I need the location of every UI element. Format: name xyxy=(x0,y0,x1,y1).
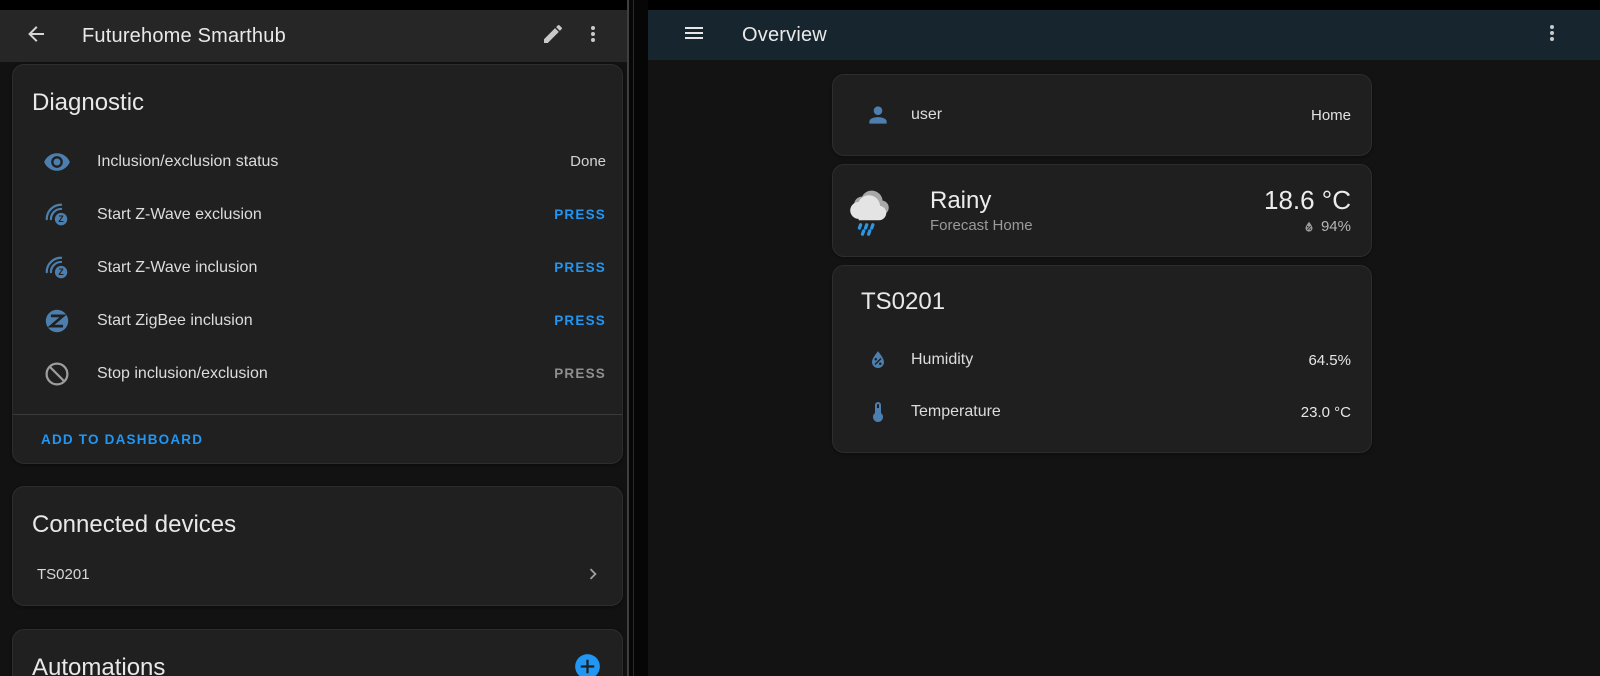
row-label: Start Z-Wave inclusion xyxy=(97,259,554,277)
pencil-icon xyxy=(541,22,565,51)
connected-device-row-ts0201[interactable]: TS0201 xyxy=(13,553,622,595)
row-label: Inclusion/exclusion status xyxy=(97,153,570,171)
dots-vertical-icon xyxy=(581,22,605,51)
dashboard-content: user Home xyxy=(648,60,1600,461)
water-percent-icon xyxy=(1302,220,1316,234)
account-icon xyxy=(865,102,891,128)
ts0201-rows: Humidity 64.5% Temperature 23.0 °C xyxy=(833,334,1371,438)
edit-button[interactable] xyxy=(533,16,573,56)
press-button[interactable]: PRESS xyxy=(554,207,606,222)
page-title: Futurehome Smarthub xyxy=(82,25,533,48)
status-value: Done xyxy=(570,153,606,170)
menu-button[interactable] xyxy=(674,15,714,55)
zwave-icon: Z xyxy=(43,201,71,229)
plus-circle-icon xyxy=(574,653,601,676)
connected-devices-title: Connected devices xyxy=(13,487,622,547)
diagnostic-card: Diagnostic Inclusion/exclusion status Do… xyxy=(12,64,623,464)
eye-icon xyxy=(43,148,71,176)
weather-subtitle: Forecast Home xyxy=(930,217,1264,234)
dashboard-title: Overview xyxy=(742,24,1532,47)
device-page-panel: Futurehome Smarthub Diagnostic xyxy=(0,0,627,676)
ts0201-entities-card: TS0201 Humidity 64.5% Temperature xyxy=(832,265,1372,453)
row-humidity[interactable]: Humidity 64.5% xyxy=(833,334,1371,386)
device-page-header: Futurehome Smarthub xyxy=(0,10,627,62)
row-start-zwave-inclusion[interactable]: Z Start Z-Wave inclusion PRESS xyxy=(13,241,622,294)
row-start-zwave-exclusion[interactable]: Z Start Z-Wave exclusion PRESS xyxy=(13,188,622,241)
block-icon xyxy=(43,360,71,388)
back-button[interactable] xyxy=(16,16,56,56)
weather-rainy-icon xyxy=(846,186,892,236)
add-automation-button[interactable] xyxy=(574,653,601,676)
svg-text:Z: Z xyxy=(58,214,64,224)
user-entity-card[interactable]: user Home xyxy=(832,74,1372,156)
hamburger-menu-icon xyxy=(682,21,706,50)
entity-state: 23.0 °C xyxy=(1301,404,1351,421)
ts0201-card-title: TS0201 xyxy=(833,266,1371,316)
row-start-zigbee-inclusion[interactable]: Start ZigBee inclusion PRESS xyxy=(13,294,622,347)
app-window: Futurehome Smarthub Diagnostic xyxy=(0,0,1600,676)
diagnostic-rows: Inclusion/exclusion status Done xyxy=(13,135,622,400)
automations-card: Automations xyxy=(12,629,623,676)
row-inclusion-exclusion-status[interactable]: Inclusion/exclusion status Done xyxy=(13,135,622,188)
weather-main: Rainy Forecast Home xyxy=(930,187,1264,235)
entity-label: Temperature xyxy=(911,403,1301,421)
weather-values: 18.6 °C 94% xyxy=(1264,186,1351,236)
row-label: Start ZigBee inclusion xyxy=(97,312,554,330)
humidity-icon xyxy=(866,348,890,372)
connected-devices-card: Connected devices TS0201 xyxy=(12,486,623,606)
entity-label: user xyxy=(911,106,1311,124)
press-button[interactable]: PRESS xyxy=(554,313,606,328)
device-name: TS0201 xyxy=(37,566,582,583)
automations-title: Automations xyxy=(13,630,622,676)
diagnostic-card-title: Diagnostic xyxy=(13,65,622,125)
weather-condition: Rainy xyxy=(930,187,1264,215)
overflow-menu-button-left[interactable] xyxy=(573,16,613,56)
entity-state: Home xyxy=(1311,107,1351,124)
statusbar-right xyxy=(648,0,1600,10)
row-temperature[interactable]: Temperature 23.0 °C xyxy=(833,386,1371,438)
zigbee-icon xyxy=(43,307,71,335)
weather-humidity-row: 94% xyxy=(1264,218,1351,235)
thermometer-icon xyxy=(866,400,890,424)
press-button-disabled: PRESS xyxy=(554,366,606,381)
row-label: Stop inclusion/exclusion xyxy=(97,365,554,383)
diagnostic-card-footer: ADD TO DASHBOARD xyxy=(13,415,622,463)
press-button[interactable]: PRESS xyxy=(554,260,606,275)
statusbar-left xyxy=(0,0,627,10)
weather-humidity: 94% xyxy=(1321,218,1351,235)
zwave-icon: Z xyxy=(43,254,71,282)
dashboard-panel: Overview user Home xyxy=(648,0,1600,676)
dashboard-header: Overview xyxy=(648,10,1600,60)
entity-label: Humidity xyxy=(911,351,1308,369)
panel-divider xyxy=(627,0,648,676)
weather-temperature: 18.6 °C xyxy=(1264,186,1351,215)
device-page-scroll[interactable]: Diagnostic Inclusion/exclusion status Do… xyxy=(0,62,627,676)
row-stop-inclusion-exclusion[interactable]: Stop inclusion/exclusion PRESS xyxy=(13,347,622,400)
overflow-menu-button-right[interactable] xyxy=(1532,15,1572,55)
chevron-right-icon xyxy=(582,563,604,585)
row-label: Start Z-Wave exclusion xyxy=(97,206,554,224)
entity-state: 64.5% xyxy=(1308,352,1351,369)
dots-vertical-icon xyxy=(1540,21,1564,50)
weather-forecast-card[interactable]: Rainy Forecast Home 18.6 °C 94% xyxy=(832,164,1372,257)
add-to-dashboard-button[interactable]: ADD TO DASHBOARD xyxy=(41,432,203,447)
arrow-left-icon xyxy=(24,22,48,51)
svg-text:Z: Z xyxy=(58,267,64,277)
